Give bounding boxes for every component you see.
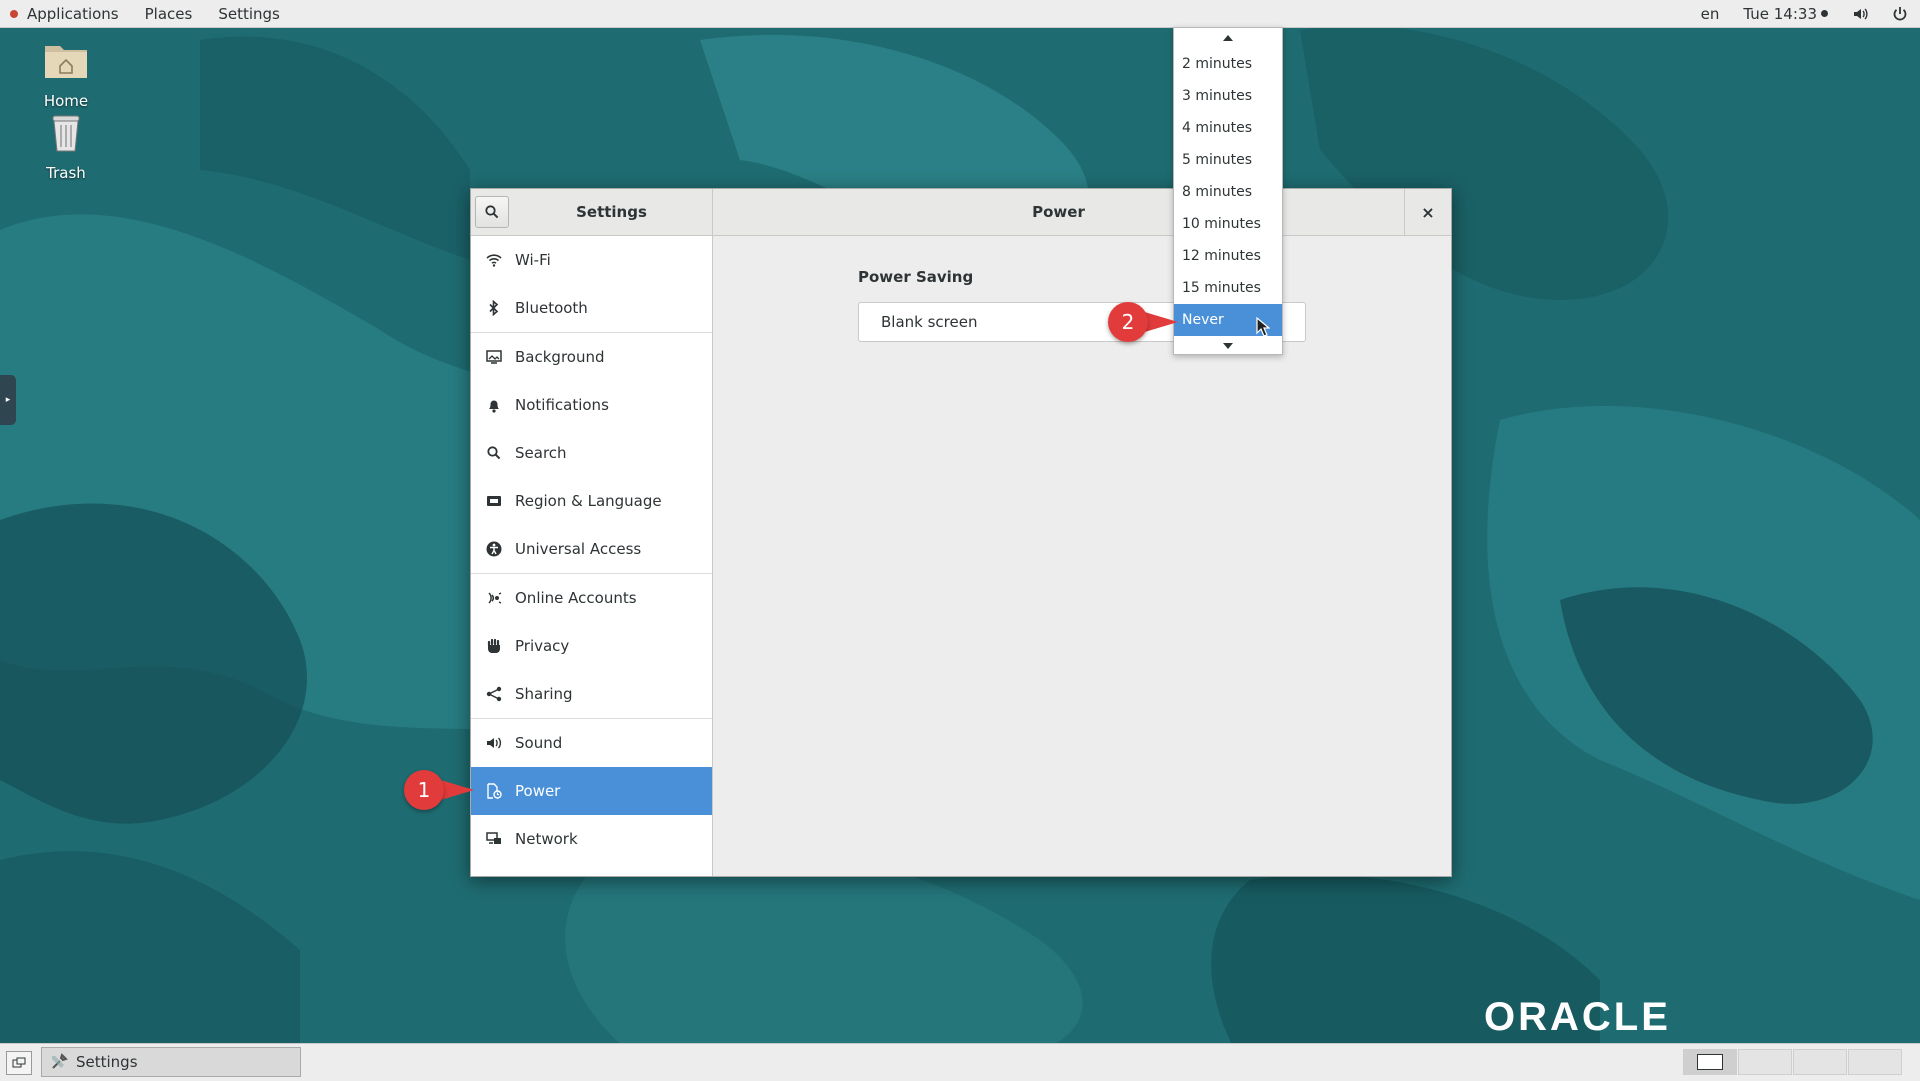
sidebar-item-sharing[interactable]: Sharing [471,670,712,719]
close-button[interactable]: × [1404,189,1451,235]
sidebar-item-privacy[interactable]: Privacy [471,622,712,670]
volume-icon[interactable] [1840,0,1880,27]
sidebar-item-label: Search [515,444,567,462]
settings-app-menu[interactable]: Settings [205,0,293,27]
dropdown-option[interactable]: 2 minutes [1174,48,1282,80]
online-accounts-icon [485,589,503,607]
panel-title: Power [1032,203,1085,221]
places-menu[interactable]: Places [132,0,206,27]
sidebar-title: Settings [576,203,647,221]
settings-window: Settings Power × Wi-Fi Bluetooth Backgro… [470,188,1452,877]
dropdown-option[interactable]: 3 minutes [1174,80,1282,112]
show-desktop-button[interactable] [6,1051,32,1075]
taskbar-settings-button[interactable]: Settings [41,1047,301,1077]
sidebar-item-label: Sharing [515,685,573,703]
sidebar-header: Settings [471,189,713,235]
workspace-2[interactable] [1738,1049,1792,1075]
power-panel: Power Saving Blank screen [713,236,1451,876]
sidebar-item-label: Sound [515,734,563,752]
search-button[interactable] [475,196,509,228]
scroll-down-arrow[interactable] [1174,336,1282,356]
bottom-panel: Settings [0,1043,1920,1081]
sidebar-item-label: Online Accounts [515,589,637,607]
hand-icon [485,637,503,655]
settings-tools-icon [50,1053,68,1071]
dropdown-option[interactable]: 10 minutes [1174,208,1282,240]
notification-dot-icon [1821,10,1828,17]
blank-screen-dropdown[interactable]: 2 minutes 3 minutes 4 minutes 5 minutes … [1173,27,1283,355]
workspace-4[interactable] [1848,1049,1902,1075]
dropdown-option[interactable]: 15 minutes [1174,272,1282,304]
sidebar-item-notifications[interactable]: Notifications [471,381,712,429]
blank-screen-label: Blank screen [881,313,978,331]
sidebar-item-label: Power [515,782,561,800]
close-icon: × [1421,202,1435,222]
sidebar-item-network[interactable]: Network [471,815,712,863]
search-icon [485,205,499,219]
arrow-up-icon [1223,35,1233,41]
scroll-up-arrow[interactable] [1174,28,1282,48]
desktop-trash-icon[interactable]: Trash [21,108,111,182]
sidebar-item-search[interactable]: Search [471,429,712,477]
clock-label: Tue 14:33 [1743,4,1817,23]
dropdown-option[interactable]: 12 minutes [1174,240,1282,272]
callout-number: 1 [404,770,444,810]
desktop-home-icon[interactable]: Home [21,36,111,110]
power-menu-icon[interactable] [1880,0,1920,27]
sidebar-item-wifi[interactable]: Wi-Fi [471,236,712,284]
oracle-logo: ORACLE [1484,995,1671,1039]
sidebar-item-label: Network [515,830,578,848]
top-panel-status-area: en Tue 14:33 [1689,0,1920,27]
background-icon [485,348,503,366]
workspace-window-thumbnail [1697,1054,1723,1070]
sidebar-item-online-accounts[interactable]: Online Accounts [471,574,712,622]
callout-number: 2 [1108,302,1148,342]
sidebar-item-label: Background [515,348,605,366]
sidebar-item-region-language[interactable]: Region & Language [471,477,712,525]
bluetooth-icon [485,299,503,317]
power-icon [485,782,503,800]
sidebar-item-universal-access[interactable]: Universal Access [471,525,712,574]
bell-icon [485,396,503,414]
sidebar-item-sound[interactable]: Sound [471,719,712,767]
show-desktop-icon [12,1057,26,1068]
sidebar-item-bluetooth[interactable]: Bluetooth [471,284,712,333]
accessibility-icon [485,540,503,558]
taskbar-settings-label: Settings [76,1053,138,1071]
share-icon [485,685,503,703]
sidebar-item-label: Notifications [515,396,609,414]
speaker-icon [485,734,503,752]
search-icon [485,444,503,462]
top-panel: Applications Places Settings en Tue 14:3… [0,0,1920,28]
sidebar-item-label: Region & Language [515,492,662,510]
trash-icon [52,115,80,152]
sidebar-item-background[interactable]: Background [471,333,712,381]
mouse-pointer-icon [1256,317,1270,337]
desktop-trash-label: Trash [46,164,86,182]
dropdown-option[interactable]: 4 minutes [1174,112,1282,144]
wifi-icon [485,251,503,269]
language-indicator[interactable]: en [1689,0,1732,27]
side-panel-handle[interactable]: ▸ [0,375,16,425]
settings-sidebar: Wi-Fi Bluetooth Background Notifications… [471,236,713,876]
sidebar-item-power[interactable]: Power [471,767,712,815]
sidebar-item-label: Universal Access [515,540,642,558]
clock[interactable]: Tue 14:33 [1731,0,1840,27]
flag-icon [485,492,503,510]
sidebar-item-label: Wi-Fi [515,251,551,269]
workspace-3[interactable] [1793,1049,1847,1075]
power-saving-heading: Power Saving [858,268,974,286]
sidebar-item-label: Bluetooth [515,299,588,317]
applications-menu[interactable]: Applications [14,0,132,27]
header-bar: Settings Power × [471,189,1451,236]
arrow-down-icon [1223,343,1233,349]
dropdown-option[interactable]: 8 minutes [1174,176,1282,208]
home-folder-icon [45,46,87,78]
network-icon [485,830,503,848]
workspace-1[interactable] [1683,1049,1737,1075]
dropdown-option[interactable]: 5 minutes [1174,144,1282,176]
sidebar-item-label: Privacy [515,637,570,655]
